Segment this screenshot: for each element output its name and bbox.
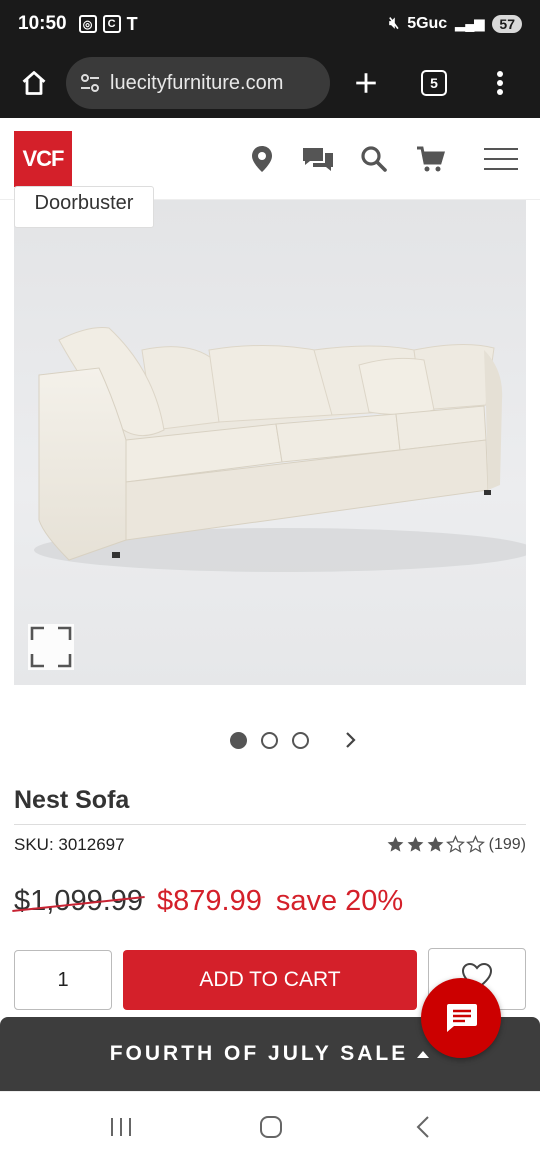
address-bar[interactable]: luecityfurniture.com	[66, 57, 330, 109]
savings-text: save 20%	[275, 885, 404, 917]
mute-icon: 🔇︎	[389, 15, 400, 32]
chevron-right-icon	[346, 732, 356, 748]
search-button[interactable]	[358, 144, 390, 174]
status-right: 🔇︎ 5Guc ▂▄▆ 57	[389, 15, 522, 33]
cart-button[interactable]	[414, 144, 446, 174]
home-nav-icon	[260, 1116, 282, 1138]
product-title: Nest Sofa	[14, 786, 130, 814]
sofa-image	[34, 327, 526, 572]
sale-banner-label: FOURTH OF JULY SALE	[109, 1042, 409, 1065]
sale-price: $879.99	[157, 885, 262, 917]
tab-switcher-button[interactable]: 5	[412, 61, 456, 105]
store-locator-button[interactable]	[246, 144, 278, 174]
menu-icon	[484, 148, 518, 170]
star-icon	[465, 835, 485, 853]
carousel-dot-1[interactable]	[230, 732, 247, 749]
back-icon	[416, 1116, 429, 1138]
cart-icon	[417, 146, 445, 172]
recent-apps-icon	[111, 1118, 131, 1136]
signal-icon: ▂▄▆	[455, 16, 485, 31]
t-mobile-icon: T	[126, 13, 138, 34]
title-divider	[14, 824, 526, 825]
carousel-dot-3[interactable]	[292, 732, 309, 749]
home-nav-button[interactable]	[258, 1114, 284, 1140]
live-chat-button[interactable]	[421, 978, 501, 1058]
chat-bubbles-icon	[303, 148, 333, 171]
c-app-icon: C	[102, 15, 121, 33]
caret-up-icon	[417, 1051, 430, 1058]
status-time: 10:50	[18, 13, 67, 34]
quantity-input[interactable]: 1	[14, 950, 112, 1010]
status-notification-icons: ◎ C T	[78, 13, 138, 35]
star-icon	[427, 836, 444, 852]
search-icon	[361, 146, 387, 172]
price-row: $1,099.99 $879.99 save 20%	[14, 885, 403, 918]
tab-count: 5	[421, 70, 447, 96]
system-nav-bar	[0, 1091, 540, 1158]
page: 10:50 ◎ C T 🔇︎ 5Guc ▂▄▆ 57 luecityfurnit…	[0, 0, 540, 1158]
status-bar: 10:50 ◎ C T 🔇︎ 5Guc ▂▄▆ 57	[0, 0, 540, 48]
home-button[interactable]	[12, 61, 56, 105]
browser-menu-button[interactable]	[478, 61, 522, 105]
carousel-next-button[interactable]	[340, 727, 362, 753]
star-icon	[387, 836, 404, 852]
network-label: 5Guc	[407, 15, 448, 32]
star-icon	[407, 836, 424, 852]
carousel-dot-2[interactable]	[261, 732, 278, 749]
back-button[interactable]	[410, 1114, 436, 1140]
browser-toolbar: luecityfurniture.com 5	[0, 48, 540, 118]
product-sku: SKU: 3012697	[14, 835, 125, 854]
menu-button[interactable]	[482, 144, 520, 174]
product-image[interactable]	[14, 200, 526, 685]
site-logo[interactable]: VCF	[14, 131, 72, 187]
doorbuster-badge: Doorbuster	[14, 186, 154, 228]
battery-icon: 57	[492, 15, 522, 33]
expand-image-button[interactable]	[28, 624, 74, 670]
product-rating[interactable]: (199)	[386, 835, 526, 854]
recent-apps-button[interactable]	[108, 1114, 134, 1140]
chat-icon	[447, 1004, 477, 1032]
screenshot-icon: ◎	[78, 15, 97, 33]
new-tab-button[interactable]	[344, 61, 388, 105]
rating-stars	[386, 835, 485, 854]
review-count: (199)	[488, 835, 526, 853]
image-carousel-controls	[0, 725, 540, 755]
home-icon	[22, 71, 46, 95]
more-icon	[497, 71, 503, 95]
plus-icon	[356, 73, 376, 93]
add-to-cart-button[interactable]: ADD TO CART	[123, 950, 417, 1010]
location-icon	[252, 146, 272, 172]
expand-icon	[28, 624, 74, 670]
chat-bubbles-button[interactable]	[300, 144, 336, 174]
original-price: $1,099.99	[14, 885, 144, 917]
url-text: luecityfurniture.com	[110, 71, 284, 94]
tune-icon[interactable]	[78, 71, 102, 95]
star-icon	[445, 835, 465, 853]
